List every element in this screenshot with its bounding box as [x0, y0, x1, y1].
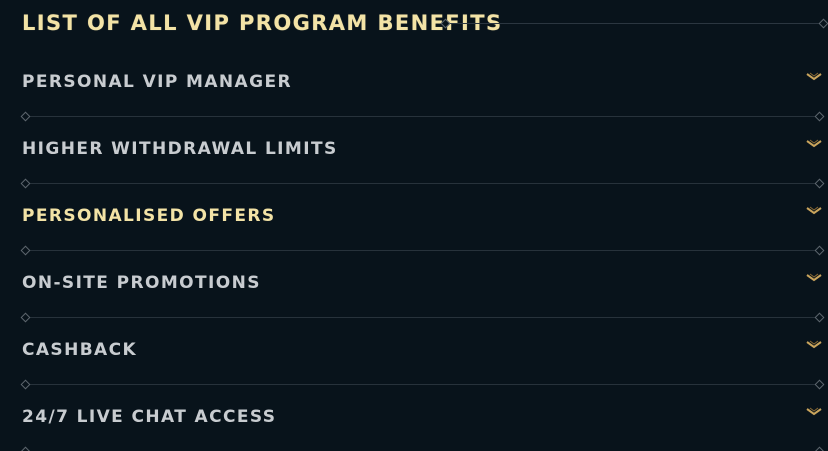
chevron-down-icon[interactable] [806, 340, 822, 350]
section-header: List of all VIP program benefits [22, 7, 828, 41]
diamond-icon [818, 18, 828, 29]
chevron-down-icon[interactable] [806, 206, 822, 216]
accordion-item-personalised-offers[interactable]: Personalised offers [0, 182, 828, 256]
diamond-icon [20, 446, 31, 451]
accordion-item-personal-vip-manager[interactable]: Personal VIP manager [0, 48, 828, 122]
accordion-item-label: Cashback [22, 340, 138, 360]
benefits-accordion: Personal VIP manager Higher withdrawal l… [0, 48, 828, 451]
accordion-item-label: On-site promotions [22, 273, 261, 293]
diamond-icon [814, 446, 825, 451]
accordion-item-live-chat-access[interactable]: 24/7 live chat access [0, 383, 828, 451]
accordion-item-label: Higher withdrawal limits [22, 139, 338, 159]
chevron-down-icon[interactable] [806, 139, 822, 149]
accordion-item-label: Personalised offers [22, 206, 276, 226]
accordion-item-cashback[interactable]: Cashback [0, 316, 828, 390]
section-title: List of all VIP program benefits [22, 11, 503, 35]
chevron-down-icon[interactable] [806, 273, 822, 283]
chevron-down-icon[interactable] [806, 72, 822, 82]
accordion-item-label: Personal VIP manager [22, 72, 292, 92]
chevron-down-icon[interactable] [806, 407, 822, 417]
accordion-item-on-site-promotions[interactable]: On-site promotions [0, 249, 828, 323]
title-divider [440, 18, 828, 29]
accordion-item-higher-withdrawal-limits[interactable]: Higher withdrawal limits [0, 115, 828, 189]
accordion-item-label: 24/7 live chat access [22, 407, 277, 427]
